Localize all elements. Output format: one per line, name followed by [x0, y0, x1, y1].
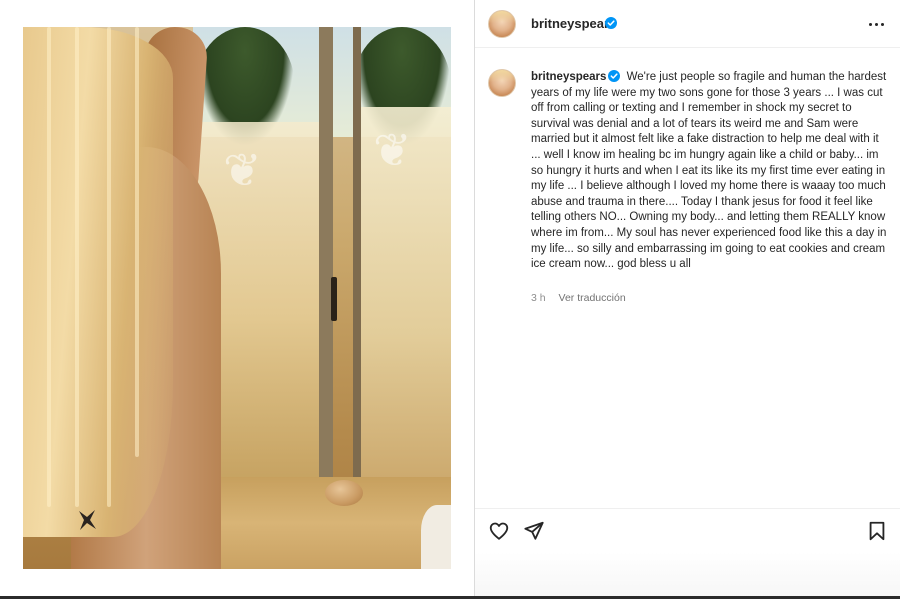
see-translation-link[interactable]: Ver traducción	[559, 292, 626, 304]
verified-badge-icon	[605, 17, 617, 29]
more-options-icon[interactable]	[864, 14, 888, 34]
caption-area: britneyspears We're just people so fragi…	[475, 48, 900, 508]
photo-hair-streak	[47, 27, 51, 507]
photo-hair-streak	[107, 27, 111, 507]
dot	[874, 22, 878, 26]
post-meta: 3 h Ver traducción	[531, 292, 626, 304]
action-bar	[475, 508, 900, 552]
tattoo-mark	[79, 510, 96, 530]
photo-coral-pattern: ❦	[223, 143, 262, 197]
photo-hair-streak	[75, 27, 79, 507]
caption: britneyspears We're just people so fragi…	[531, 70, 891, 273]
photo-hair-streak	[135, 27, 139, 457]
post-details-panel: britneyspears britneyspears We're just p…	[475, 0, 900, 599]
post-photo[interactable]: ❦ ❦	[23, 27, 451, 569]
verified-badge-icon	[608, 70, 621, 82]
avatar[interactable]	[488, 10, 516, 38]
dot	[880, 22, 884, 26]
instagram-post: ❦ ❦ britneyspears britneyspears We're ju…	[0, 0, 900, 599]
comment-area-blurred	[475, 552, 900, 599]
photo-door-handle	[331, 277, 337, 321]
photo-hair	[23, 27, 173, 537]
dot	[868, 22, 872, 26]
photo-coral-pattern: ❦	[373, 123, 412, 177]
caption-username[interactable]: britneyspears	[531, 71, 606, 83]
photo-bread-roll	[325, 480, 363, 506]
paper-plane-icon[interactable]	[523, 520, 545, 542]
caption-avatar[interactable]	[488, 69, 516, 97]
photo-door-frame	[319, 27, 333, 497]
photo-towel	[421, 505, 451, 569]
header-username[interactable]: britneyspears	[531, 16, 616, 31]
photo-door-frame	[353, 27, 361, 487]
bookmark-icon[interactable]	[866, 520, 888, 542]
post-header: britneyspears	[475, 0, 900, 48]
caption-text: We're just people so fragile and human t…	[531, 71, 887, 271]
media-panel: ❦ ❦	[0, 0, 474, 599]
post-time[interactable]: 3 h	[531, 292, 546, 304]
heart-icon[interactable]	[488, 520, 510, 542]
